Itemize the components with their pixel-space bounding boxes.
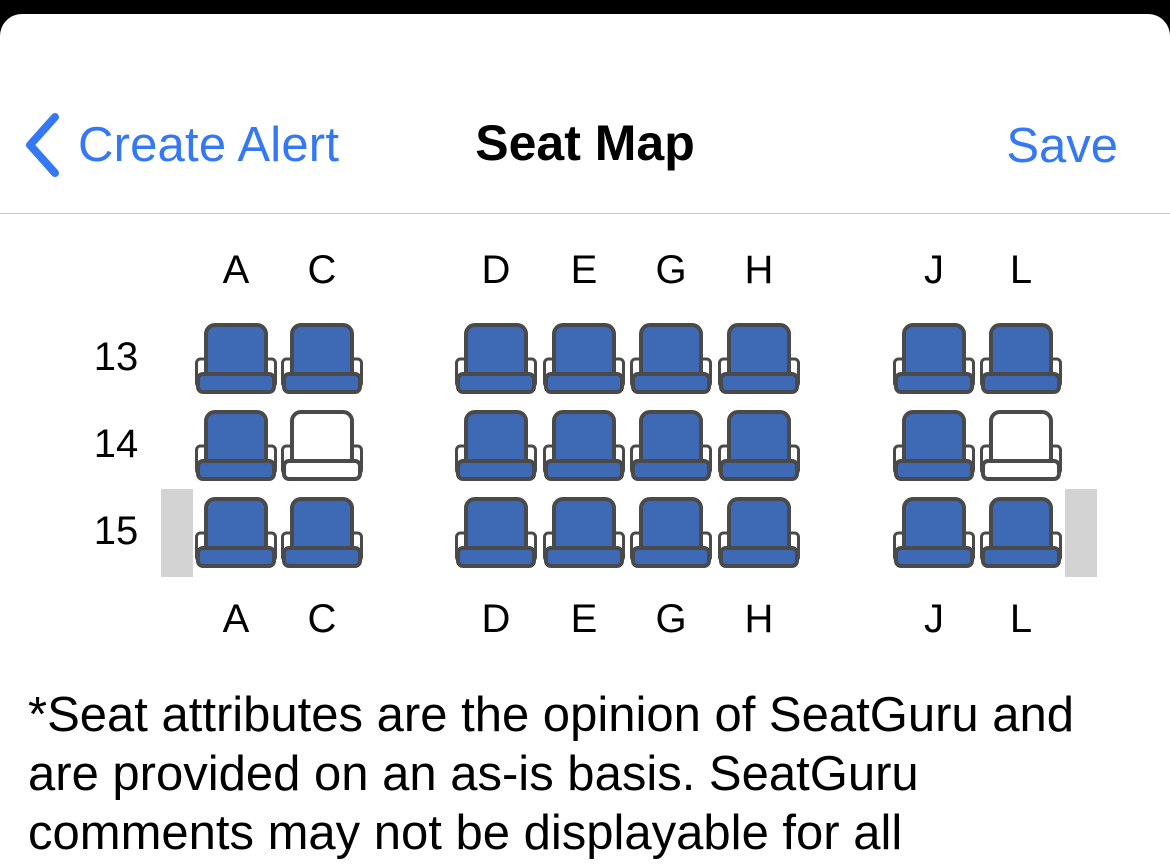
seat-14j-occupied[interactable] <box>893 410 975 482</box>
seat-13g-occupied[interactable] <box>630 323 712 395</box>
save-button[interactable]: Save <box>1006 118 1118 174</box>
bottom-column-letter-l: L <box>1009 597 1033 641</box>
row-number-14: 14 <box>93 422 139 466</box>
seat-13e-occupied[interactable] <box>543 323 625 395</box>
seat-14h-occupied[interactable] <box>718 410 800 482</box>
seat-attributes-disclaimer: *Seat attributes are the opinion of Seat… <box>28 688 1075 860</box>
bottom-column-letter-a: A <box>222 597 250 641</box>
top-column-letter-h: H <box>744 248 774 292</box>
airline-seat-icon <box>718 410 800 481</box>
navigation-bar: Create Alert Seat Map Save <box>0 14 1170 214</box>
airline-seat-icon <box>195 323 277 394</box>
seat-15j-occupied[interactable] <box>893 497 975 569</box>
airline-seat-icon <box>543 410 625 481</box>
seat-14c-available[interactable] <box>281 410 363 482</box>
bottom-column-letter-h: H <box>744 597 774 641</box>
airline-seat-icon <box>718 497 800 568</box>
seat-15d-occupied[interactable] <box>455 497 537 569</box>
bottom-column-letter-j: J <box>924 597 944 641</box>
seat-14g-occupied[interactable] <box>630 410 712 482</box>
top-column-letter-l: L <box>1009 248 1033 292</box>
seat-14a-occupied[interactable] <box>195 410 277 482</box>
seat-14e-occupied[interactable] <box>543 410 625 482</box>
page-title: Seat Map <box>0 114 1170 172</box>
airline-seat-icon <box>281 410 363 481</box>
row-number-15: 15 <box>93 509 139 553</box>
bottom-column-letter-g: G <box>655 597 687 641</box>
airline-seat-icon <box>281 323 363 394</box>
exit-row-marker-left <box>161 489 193 577</box>
airline-seat-icon <box>630 497 712 568</box>
seat-15g-occupied[interactable] <box>630 497 712 569</box>
seat-13l-occupied[interactable] <box>980 323 1062 395</box>
seat-15l-occupied[interactable] <box>980 497 1062 569</box>
airline-seat-icon <box>630 323 712 394</box>
airline-seat-icon <box>980 323 1062 394</box>
airline-seat-icon <box>630 410 712 481</box>
top-column-letter-c: C <box>307 248 337 292</box>
airline-seat-icon <box>195 497 277 568</box>
seat-13j-occupied[interactable] <box>893 323 975 395</box>
seat-13a-occupied[interactable] <box>195 323 277 395</box>
airline-seat-icon <box>455 323 537 394</box>
seat-14d-occupied[interactable] <box>455 410 537 482</box>
seat-13c-occupied[interactable] <box>281 323 363 395</box>
airline-seat-icon <box>893 323 975 394</box>
airline-seat-icon <box>543 323 625 394</box>
seat-13h-occupied[interactable] <box>718 323 800 395</box>
airline-seat-icon <box>543 497 625 568</box>
airline-seat-icon <box>455 497 537 568</box>
row-number-13: 13 <box>93 335 139 379</box>
top-column-letter-e: E <box>570 248 598 292</box>
top-column-letter-d: D <box>481 248 511 292</box>
seat-15h-occupied[interactable] <box>718 497 800 569</box>
airline-seat-icon <box>980 497 1062 568</box>
airline-seat-icon <box>980 410 1062 481</box>
modal-sheet: Create Alert Seat Map Save A C D E G H J L A C D E G… <box>0 14 1170 866</box>
page-title-text: Seat Map <box>475 115 695 171</box>
seat-15c-occupied[interactable] <box>281 497 363 569</box>
bottom-column-letter-c: C <box>307 597 337 641</box>
airline-seat-icon <box>281 497 363 568</box>
bottom-column-letter-e: E <box>570 597 598 641</box>
seat-map: A C D E G H J L A C D E G H J L 13 14 15 <box>0 214 1170 644</box>
seat-15e-occupied[interactable] <box>543 497 625 569</box>
exit-row-marker-right <box>1065 489 1097 577</box>
seat-15a-occupied[interactable] <box>195 497 277 569</box>
airline-seat-icon <box>455 410 537 481</box>
top-column-letter-a: A <box>222 248 250 292</box>
top-column-letter-j: J <box>924 248 944 292</box>
airline-seat-icon <box>718 323 800 394</box>
seat-13d-occupied[interactable] <box>455 323 537 395</box>
bottom-column-letter-d: D <box>481 597 511 641</box>
seat-14l-available[interactable] <box>980 410 1062 482</box>
top-column-letter-g: G <box>655 248 687 292</box>
airline-seat-icon <box>893 410 975 481</box>
airline-seat-icon <box>195 410 277 481</box>
airline-seat-icon <box>893 497 975 568</box>
